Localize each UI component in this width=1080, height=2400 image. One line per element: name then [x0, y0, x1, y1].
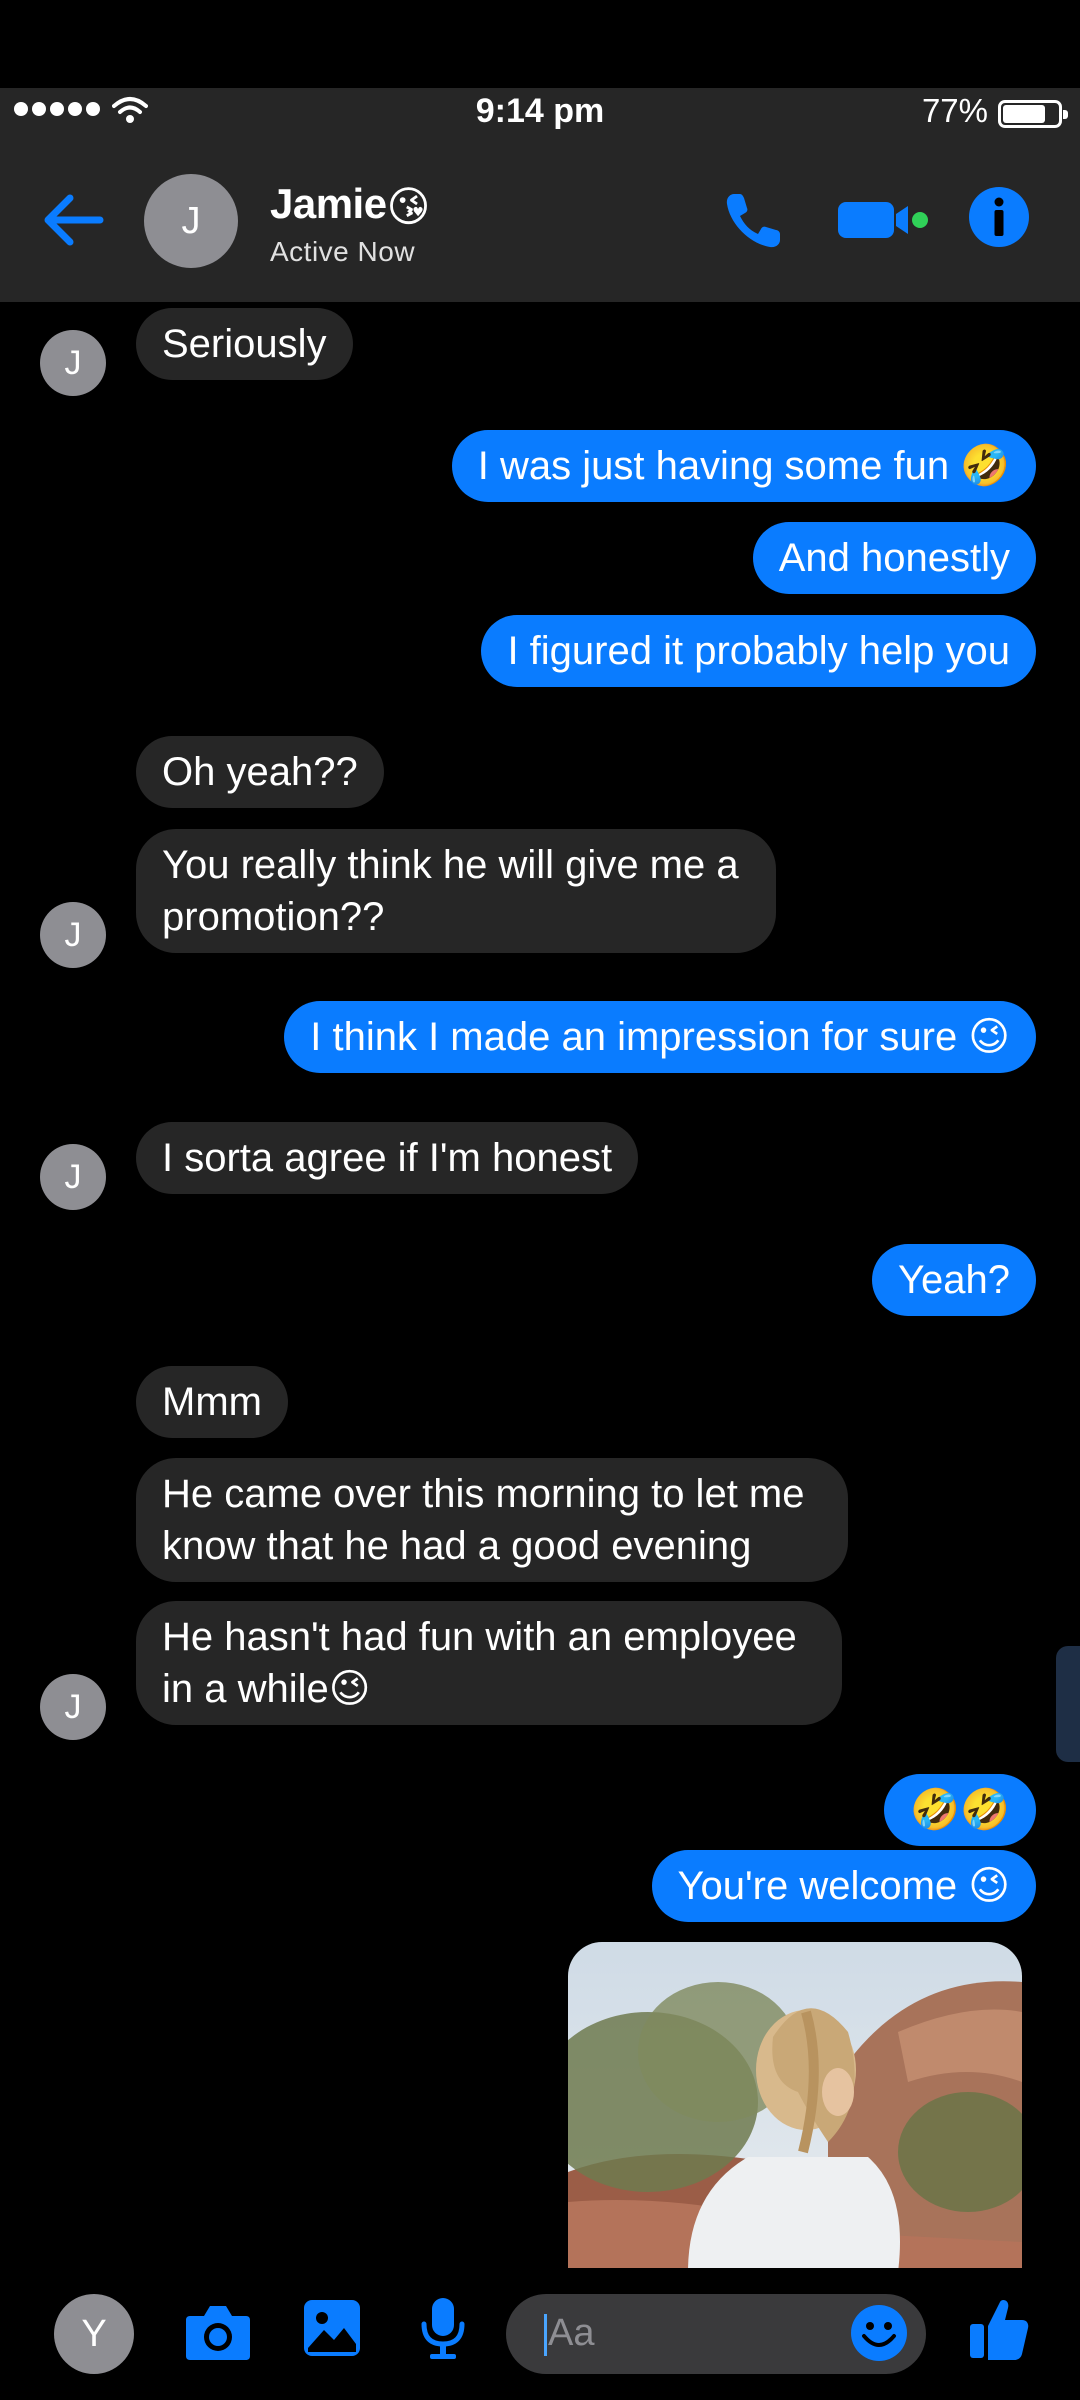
incoming-message[interactable]: He came over this morning to let me know…: [136, 1458, 848, 1582]
contact-status: Active Now: [270, 236, 416, 267]
scrollbar-thumb[interactable]: [1056, 1646, 1080, 1762]
kiss-emoji: 😘: [386, 183, 431, 231]
sender-avatar: J: [40, 330, 106, 396]
incoming-message[interactable]: Seriously: [136, 308, 353, 380]
camera-icon[interactable]: [184, 2302, 252, 2362]
incoming-message[interactable]: I sorta agree if I'm honest: [136, 1122, 639, 1194]
contact-avatar[interactable]: J: [144, 174, 238, 268]
message-input-placeholder: Aa: [548, 2312, 595, 2354]
outgoing-message[interactable]: 🤣🤣: [884, 1774, 1036, 1846]
battery-percent: 77%: [921, 92, 988, 129]
incoming-message[interactable]: Mmm: [136, 1366, 288, 1438]
outgoing-message[interactable]: Yeah?: [872, 1244, 1036, 1316]
sender-avatar: J: [40, 1144, 106, 1210]
emoji-icon[interactable]: [850, 2304, 908, 2362]
thumbs-up-icon[interactable]: [968, 2296, 1030, 2362]
incoming-message[interactable]: He hasn't had fun with an employee in a …: [136, 1601, 842, 1725]
contact-name[interactable]: Jamie😘: [270, 180, 430, 231]
back-arrow-icon[interactable]: [40, 190, 106, 250]
status-bar: 9:14 pm 77%: [0, 88, 1080, 140]
sender-avatar: J: [40, 1674, 106, 1740]
sender-avatar: J: [40, 902, 106, 968]
outgoing-message[interactable]: I think I made an impression for sure 😉: [284, 1001, 1036, 1073]
video-camera-icon[interactable]: [836, 198, 928, 242]
image-icon[interactable]: [302, 2298, 362, 2358]
info-icon[interactable]: [968, 186, 1030, 248]
outgoing-message[interactable]: And honestly: [752, 522, 1036, 594]
text-caret: [544, 2314, 547, 2356]
conversation-header: J Jamie😘 Active Now: [0, 140, 1080, 302]
composer-bar: Y Aa: [0, 2268, 1080, 2400]
shared-photo[interactable]: [568, 1942, 1022, 2268]
incoming-message[interactable]: Oh yeah??: [136, 736, 384, 808]
message-list[interactable]: J Seriously I was just having some fun 🤣…: [0, 302, 1080, 2268]
outgoing-message[interactable]: I figured it probably help you: [481, 615, 1036, 687]
microphone-icon[interactable]: [418, 2296, 468, 2362]
battery-icon: [998, 100, 1068, 128]
my-avatar[interactable]: Y: [54, 2294, 134, 2374]
outgoing-message[interactable]: I was just having some fun 🤣: [451, 430, 1036, 502]
clock: 9:14 pm: [475, 92, 605, 130]
phone-icon[interactable]: [722, 190, 784, 252]
incoming-message[interactable]: You really think he will give me a promo…: [136, 829, 776, 953]
outgoing-message[interactable]: You're welcome 😉: [651, 1850, 1036, 1922]
